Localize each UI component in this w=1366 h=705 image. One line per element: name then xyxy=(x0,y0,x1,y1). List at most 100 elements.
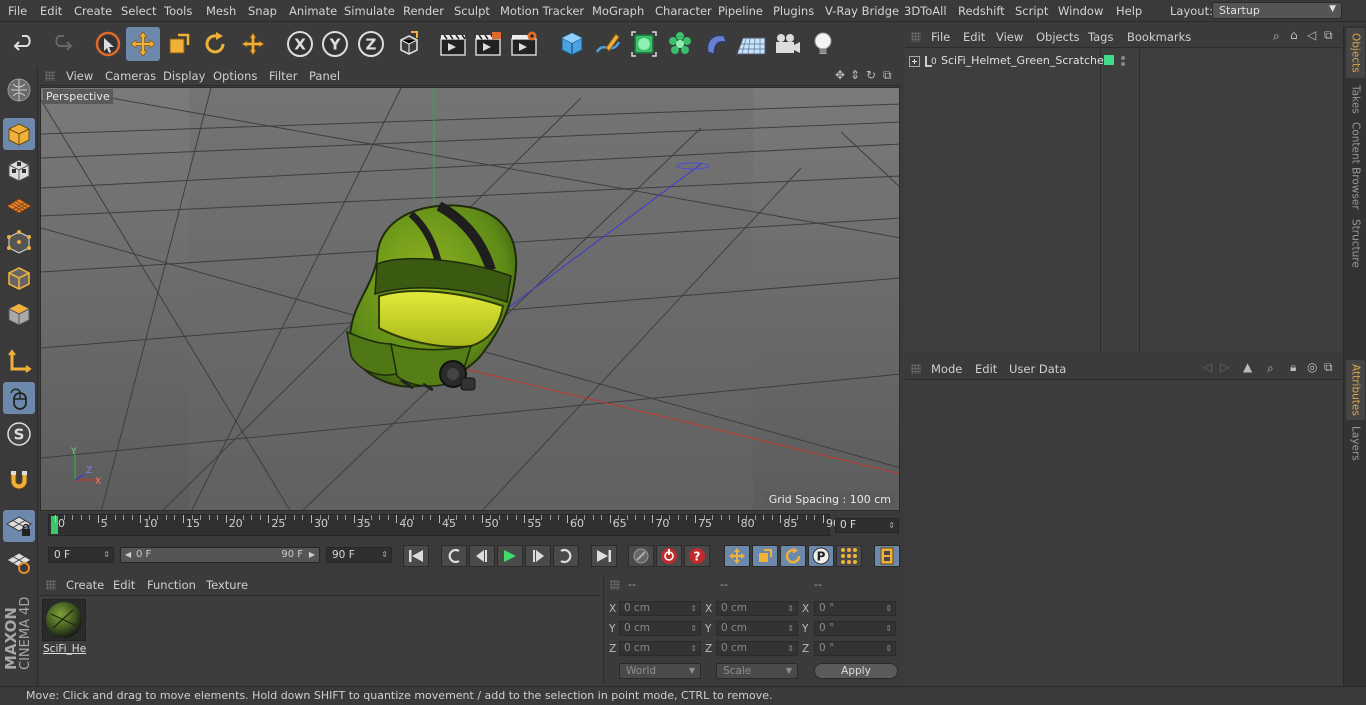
edges-mode-button[interactable] xyxy=(3,262,35,294)
record-rotation-button[interactable] xyxy=(780,545,806,567)
objects-menu-tags[interactable]: Tags xyxy=(1088,30,1113,44)
workplane-lock-button[interactable] xyxy=(3,510,35,542)
magnet-snap-button[interactable] xyxy=(3,464,35,496)
menu-select[interactable]: Select xyxy=(121,4,156,18)
timeline-window-button[interactable] xyxy=(874,545,900,567)
texture-mode-button[interactable] xyxy=(3,154,35,186)
add-floor-button[interactable] xyxy=(734,27,768,61)
menu-mesh[interactable]: Mesh xyxy=(206,4,236,18)
objects-menu-view[interactable]: View xyxy=(996,30,1023,44)
menu-redshift[interactable]: Redshift xyxy=(958,4,1005,18)
undo-button[interactable] xyxy=(8,27,42,61)
rot-y-field[interactable]: 0 ° ⇕ xyxy=(814,621,896,636)
current-frame-field[interactable]: 0 F ⇕ xyxy=(835,518,899,533)
go-to-end-button[interactable] xyxy=(591,545,617,567)
tab-structure[interactable]: Structure xyxy=(1346,216,1365,270)
viewport-menu-panel[interactable]: Panel xyxy=(309,69,340,83)
transform-tool-button[interactable] xyxy=(236,27,270,61)
viewport-menu-options[interactable]: Options xyxy=(213,69,257,83)
render-to-picture-viewer-button[interactable] xyxy=(471,27,505,61)
menu-script[interactable]: Script xyxy=(1015,4,1048,18)
forward-arrow-icon[interactable]: ▷ xyxy=(1220,360,1229,374)
autokey-button[interactable] xyxy=(656,545,682,567)
menu-sculpt[interactable]: Sculpt xyxy=(454,4,490,18)
polygons-mode-button[interactable] xyxy=(3,298,35,330)
3d-viewport[interactable]: Y Z X Perspective Grid Spacing : 100 cm xyxy=(40,87,900,511)
record-position-button[interactable] xyxy=(724,545,750,567)
lock-icon[interactable]: 🔒︎ xyxy=(1290,360,1296,375)
points-mode-button[interactable] xyxy=(3,226,35,258)
menu-edit[interactable]: Edit xyxy=(40,4,62,18)
record-keys-button[interactable] xyxy=(628,545,654,567)
viewport-menu-display[interactable]: Display xyxy=(163,69,205,83)
material-name[interactable]: SciFi_He xyxy=(43,643,86,655)
object-name[interactable]: SciFi_Helmet_Green_Scratches xyxy=(941,54,1110,67)
add-generator-button[interactable] xyxy=(627,27,661,61)
menu-motion-tracker[interactable]: Motion Tracker xyxy=(500,4,584,18)
add-deformer-button[interactable] xyxy=(699,27,733,61)
redo-button[interactable] xyxy=(44,27,78,61)
viewport-menu-cameras[interactable]: Cameras xyxy=(105,69,156,83)
y-axis-lock-button[interactable]: Y xyxy=(318,27,352,61)
menu-file[interactable]: File xyxy=(8,4,27,18)
menu-render[interactable]: Render xyxy=(403,4,444,18)
model-mode-button[interactable] xyxy=(3,118,35,150)
size-mode-select[interactable]: Scale ▼ xyxy=(716,663,798,679)
add-light-button[interactable] xyxy=(806,27,840,61)
objects-menu-bookmarks[interactable]: Bookmarks xyxy=(1127,30,1191,44)
menu-character[interactable]: Character xyxy=(655,4,712,18)
preview-range-slider[interactable]: ◀ 0 F 90 F ▶ xyxy=(120,547,320,563)
back-arrow-icon[interactable]: ◁ xyxy=(1203,360,1212,374)
rotate-tool-button[interactable] xyxy=(198,27,232,61)
coordinate-system-button[interactable] xyxy=(392,27,426,61)
new-view-icon[interactable]: ⧉ xyxy=(1324,28,1333,43)
menu-pipeline[interactable]: Pipeline xyxy=(718,4,763,18)
coordinate-mode-select[interactable]: World ▼ xyxy=(619,663,701,679)
tab-objects[interactable]: Objects xyxy=(1346,28,1365,78)
attributes-menu-mode[interactable]: Mode xyxy=(931,362,962,376)
material-menu-edit[interactable]: Edit xyxy=(113,578,135,592)
menu-simulate[interactable]: Simulate xyxy=(344,4,395,18)
x-axis-lock-button[interactable]: X xyxy=(283,27,317,61)
add-spline-pen-button[interactable] xyxy=(591,27,625,61)
pos-z-field[interactable]: 0 cm ⇕ xyxy=(619,641,701,656)
workplane-mode-button[interactable] xyxy=(3,190,35,222)
menu-plugins[interactable]: Plugins xyxy=(773,4,814,18)
size-x-field[interactable]: 0 cm ⇕ xyxy=(716,601,798,616)
scale-tool-button[interactable] xyxy=(162,27,196,61)
render-view-button[interactable] xyxy=(436,27,470,61)
record-scale-button[interactable] xyxy=(752,545,778,567)
objects-menu-file[interactable]: File xyxy=(931,30,950,44)
expand-plus-icon[interactable] xyxy=(909,56,921,68)
object-row[interactable]: 0 SciFi_Helmet_Green_Scratches xyxy=(905,51,1342,69)
rot-x-field[interactable]: 0 ° ⇕ xyxy=(814,601,896,616)
render-settings-button[interactable] xyxy=(507,27,541,61)
viewport-menu-filter[interactable]: Filter xyxy=(269,69,297,83)
apply-button[interactable]: Apply xyxy=(814,663,898,679)
objects-menu-edit[interactable]: Edit xyxy=(963,30,985,44)
keyframe-selection-button[interactable]: ? xyxy=(684,545,710,567)
pan-view-icon[interactable]: ✥ xyxy=(835,68,845,82)
menu-animate[interactable]: Animate xyxy=(289,4,337,18)
menu-snap[interactable]: Snap xyxy=(248,4,277,18)
objects-menu-objects[interactable]: Objects xyxy=(1036,30,1079,44)
record-point-level-button[interactable] xyxy=(836,545,862,567)
rot-z-field[interactable]: 0 ° ⇕ xyxy=(814,641,896,656)
search-icon[interactable]: ⌕ xyxy=(1267,361,1274,376)
add-camera-button[interactable] xyxy=(770,27,804,61)
start-frame-field[interactable]: 0 F ⇕ xyxy=(48,547,114,563)
add-cube-button[interactable] xyxy=(555,27,589,61)
cursor-arrow-icon[interactable]: ▲ xyxy=(1243,360,1252,374)
layout-select[interactable]: Startup ▼ xyxy=(1212,2,1342,19)
material-menu-texture[interactable]: Texture xyxy=(206,578,248,592)
next-frame-button[interactable] xyxy=(525,545,551,567)
menu-vray-bridge[interactable]: V-Ray Bridge xyxy=(825,4,899,18)
timeline-ruler[interactable]: 0 5 10 15 20 25 30 35 40 45 50 55 60 65 70 75 80 85 90 xyxy=(48,514,840,536)
search-icon[interactable]: ⌕ xyxy=(1273,29,1280,44)
menu-3dtoall[interactable]: 3DToAll xyxy=(904,4,947,18)
size-y-field[interactable]: 0 cm ⇕ xyxy=(716,621,798,636)
menu-mograph[interactable]: MoGraph xyxy=(592,4,644,18)
zoom-view-icon[interactable]: ⇕ xyxy=(850,68,860,82)
rotate-view-icon[interactable]: ↻ xyxy=(866,68,876,82)
workplane-align-button[interactable] xyxy=(3,546,35,578)
